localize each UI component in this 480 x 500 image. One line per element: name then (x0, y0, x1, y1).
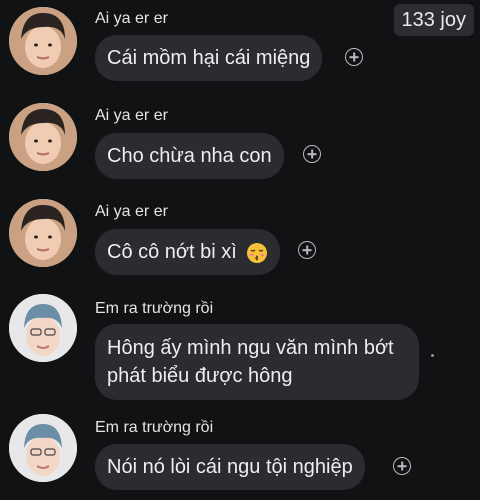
sender-name: Ai ya er er (95, 10, 168, 27)
avatar[interactable] (9, 294, 77, 362)
message-item: Ai ya er er Cái mồm hại cái miệng (0, 0, 480, 96)
message-item: Em ra trường rồi Nói nó lòi cái ngu tội … (0, 410, 480, 500)
message-text-line: phát biểu được hông (107, 365, 293, 387)
add-reaction-icon[interactable] (393, 457, 411, 475)
message-bubble[interactable]: Hông ấy mình ngu văn mình bớt phát biểu … (95, 324, 419, 400)
avatar[interactable] (9, 7, 77, 75)
kissing-face-emoji (247, 242, 268, 263)
message-bubble[interactable]: Cô cô nớt bi xì (95, 229, 281, 275)
avatar[interactable] (9, 103, 77, 171)
sender-name: Ai ya er er (95, 107, 168, 124)
avatar[interactable] (9, 414, 77, 482)
message-item: Ai ya er er Cô cô nớt bi xì (0, 193, 480, 289)
message-item: Ai ya er er Cho chừa nha con (0, 97, 480, 193)
avatar-man-image (9, 294, 77, 362)
add-reaction-icon[interactable] (345, 48, 363, 66)
read-indicator-dot (431, 354, 434, 357)
sender-name: Em ra trường rồi (95, 419, 214, 436)
message-bubble[interactable]: Cho chừa nha con (95, 133, 284, 179)
sender-name: Em ra trường rồi (95, 300, 214, 317)
avatar-boy-image (9, 199, 77, 267)
message-bubble[interactable]: Nói nó lòi cái ngu tội nghiệp (95, 444, 365, 490)
message-text-line: Hông ấy mình ngu văn mình bớt (107, 337, 394, 359)
avatar-boy-image (9, 7, 77, 75)
add-reaction-icon[interactable] (298, 241, 316, 259)
message-item: Em ra trường rồi Hông ấy mình ngu văn mì… (0, 290, 480, 410)
message-bubble[interactable]: Cái mồm hại cái miệng (95, 35, 323, 81)
sender-name: Ai ya er er (95, 203, 168, 220)
add-reaction-icon[interactable] (303, 145, 321, 163)
avatar[interactable] (9, 199, 77, 267)
avatar-man-image (9, 414, 77, 482)
avatar-boy-image (9, 103, 77, 171)
message-text: Cô cô nớt bi xì (107, 241, 237, 263)
